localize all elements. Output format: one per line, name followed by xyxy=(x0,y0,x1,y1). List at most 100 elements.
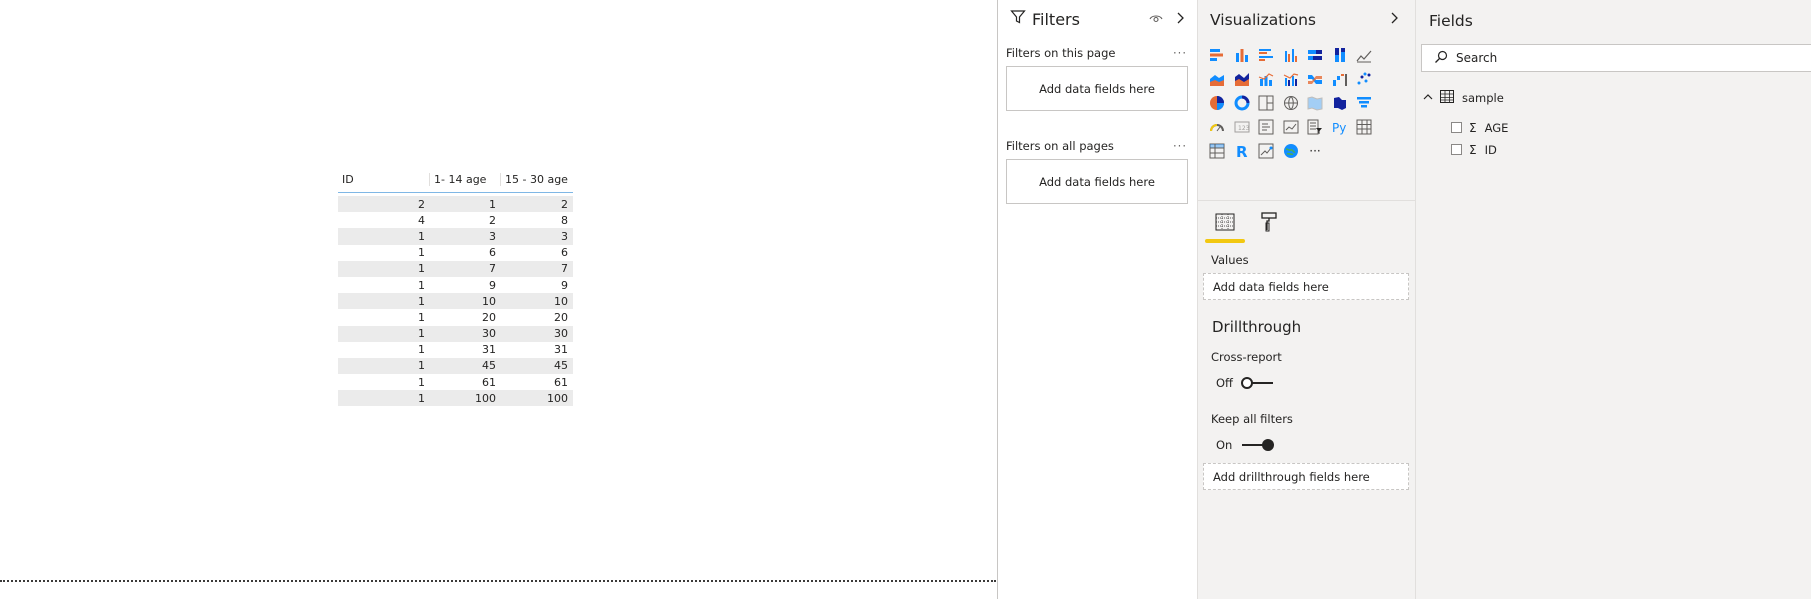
gauge-icon[interactable] xyxy=(1208,118,1226,136)
table-row[interactable]: 4 2 8 xyxy=(338,212,573,228)
chevron-right-icon[interactable] xyxy=(1389,11,1415,29)
cross-report-toggle[interactable] xyxy=(1240,377,1275,389)
scatter-chart-icon[interactable] xyxy=(1355,70,1373,88)
table-cell: 30 xyxy=(482,327,496,341)
table-row[interactable]: 1 7 7 xyxy=(338,260,573,277)
field-list: Σ AGE Σ ID xyxy=(1416,106,1811,157)
field-item-age[interactable]: Σ AGE xyxy=(1416,112,1811,135)
clustered-bar-chart-icon[interactable] xyxy=(1257,46,1275,64)
treemap-icon[interactable] xyxy=(1257,94,1275,112)
table-cell: 45 xyxy=(482,359,496,373)
format-tab[interactable] xyxy=(1256,209,1282,235)
decomposition-tree-icon[interactable] xyxy=(1257,142,1275,160)
line-and-stacked-column-chart-icon[interactable] xyxy=(1257,70,1275,88)
table-cell: 3 xyxy=(561,229,568,243)
python-visual-icon[interactable]: Py xyxy=(1331,118,1349,136)
waterfall-chart-icon[interactable] xyxy=(1331,70,1349,88)
column-header-1-14-age[interactable]: 1- 14 age xyxy=(430,173,501,186)
sigma-icon: Σ xyxy=(1469,142,1477,157)
visualizations-pane: Visualizations 123 Py R ··· Values Add d… xyxy=(1197,0,1415,599)
table-cell: 2 xyxy=(418,197,425,211)
chevron-right-icon[interactable] xyxy=(1175,11,1187,28)
fields-tab[interactable] xyxy=(1205,209,1245,243)
table-row[interactable]: 1 3 3 xyxy=(338,228,573,245)
drillthrough-title: Drillthrough xyxy=(1212,318,1302,336)
table-cell: 7 xyxy=(561,262,568,276)
filled-map-icon[interactable] xyxy=(1306,94,1324,112)
r-visual-icon[interactable]: R xyxy=(1233,142,1251,160)
table-cell: 4 xyxy=(418,213,425,227)
table-visual[interactable]: ID 1- 14 age 15 - 30 age 212428133166177… xyxy=(338,168,573,407)
donut-chart-icon[interactable] xyxy=(1233,94,1251,112)
more-visuals-icon[interactable]: ··· xyxy=(1306,142,1324,160)
table-cell: 1 xyxy=(418,343,425,357)
search-placeholder: Search xyxy=(1456,51,1498,65)
table-icon[interactable] xyxy=(1355,118,1373,136)
field-checkbox[interactable] xyxy=(1451,122,1462,133)
table-cell: 30 xyxy=(554,327,568,341)
table-name: sample xyxy=(1462,91,1504,105)
table-row[interactable]: 1 30 30 xyxy=(338,325,573,342)
table-cell: 3 xyxy=(489,229,496,243)
map-icon[interactable] xyxy=(1282,94,1300,112)
100-stacked-column-chart-icon[interactable] xyxy=(1331,46,1349,64)
table-cell: 9 xyxy=(561,278,568,292)
column-header-id[interactable]: ID xyxy=(338,173,430,186)
visual-type-gallery: 123 Py R ··· xyxy=(1198,40,1415,166)
stacked-bar-chart-icon[interactable] xyxy=(1208,46,1226,64)
table-row[interactable]: 1 20 20 xyxy=(338,309,573,325)
matrix-icon[interactable] xyxy=(1208,142,1226,160)
area-chart-icon[interactable] xyxy=(1208,70,1226,88)
more-options-icon[interactable]: ··· xyxy=(1173,139,1187,153)
table-cell: 7 xyxy=(489,262,496,276)
table-cell: 1 xyxy=(418,310,425,324)
clustered-column-chart-icon[interactable] xyxy=(1282,46,1300,64)
table-row[interactable]: 2 1 2 xyxy=(338,196,573,213)
multi-row-card-icon[interactable] xyxy=(1257,118,1275,136)
page-filters-drop-zone[interactable]: Add data fields here xyxy=(1006,66,1188,111)
field-item-id[interactable]: Σ ID xyxy=(1416,134,1811,157)
report-canvas[interactable]: ID 1- 14 age 15 - 30 age 212428133166177… xyxy=(0,0,998,599)
field-checkbox[interactable] xyxy=(1451,144,1462,155)
search-icon xyxy=(1434,50,1448,67)
table-cell: 31 xyxy=(554,343,568,357)
kpi-icon[interactable] xyxy=(1282,118,1300,136)
more-options-icon[interactable]: ··· xyxy=(1173,46,1187,60)
table-header: ID 1- 14 age 15 - 30 age xyxy=(338,168,573,193)
search-input[interactable]: Search xyxy=(1421,44,1811,72)
table-cell: 20 xyxy=(554,310,568,324)
funnel-icon[interactable] xyxy=(1355,94,1373,112)
pie-chart-icon[interactable] xyxy=(1208,94,1226,112)
shape-map-icon[interactable] xyxy=(1331,94,1349,112)
table-row[interactable]: 1 31 31 xyxy=(338,342,573,358)
column-header-15-30-age[interactable]: 15 - 30 age xyxy=(501,173,573,186)
svg-text:R: R xyxy=(1236,143,1248,159)
globe-visual-icon[interactable] xyxy=(1282,142,1300,160)
table-row[interactable]: 1 45 45 xyxy=(338,357,573,375)
filters-on-this-page-label: Filters on this page xyxy=(1006,46,1116,60)
drillthrough-drop-zone[interactable]: Add drillthrough fields here xyxy=(1203,463,1409,490)
visualizations-header: Visualizations xyxy=(1198,0,1415,40)
stacked-area-chart-icon[interactable] xyxy=(1233,70,1251,88)
table-cell: 8 xyxy=(561,213,568,227)
table-row[interactable]: 1 10 10 xyxy=(338,293,573,310)
eye-icon[interactable] xyxy=(1149,11,1163,28)
ribbon-chart-icon[interactable] xyxy=(1306,70,1324,88)
table-row[interactable]: 1 6 6 xyxy=(338,245,573,261)
line-chart-icon[interactable] xyxy=(1355,46,1373,64)
table-row[interactable]: 1 61 61 xyxy=(338,374,573,390)
line-and-clustered-column-chart-icon[interactable] xyxy=(1282,70,1300,88)
card-icon[interactable]: 123 xyxy=(1233,118,1251,136)
slicer-icon[interactable] xyxy=(1306,118,1324,136)
values-drop-zone[interactable]: Add data fields here xyxy=(1203,273,1409,300)
keep-all-filters-toggle[interactable] xyxy=(1240,439,1275,451)
field-table-sample[interactable]: sample xyxy=(1416,72,1811,106)
report-filters-drop-zone[interactable]: Add data fields here xyxy=(1006,159,1188,204)
table-row[interactable]: 1 9 9 xyxy=(338,277,573,293)
visualizations-title: Visualizations xyxy=(1210,11,1316,29)
100-stacked-bar-chart-icon[interactable] xyxy=(1306,46,1324,64)
cross-report-state: Off xyxy=(1216,376,1233,390)
table-row[interactable]: 1 100 100 xyxy=(338,390,573,407)
chevron-up-icon[interactable] xyxy=(1422,91,1434,105)
stacked-column-chart-icon[interactable] xyxy=(1233,46,1251,64)
